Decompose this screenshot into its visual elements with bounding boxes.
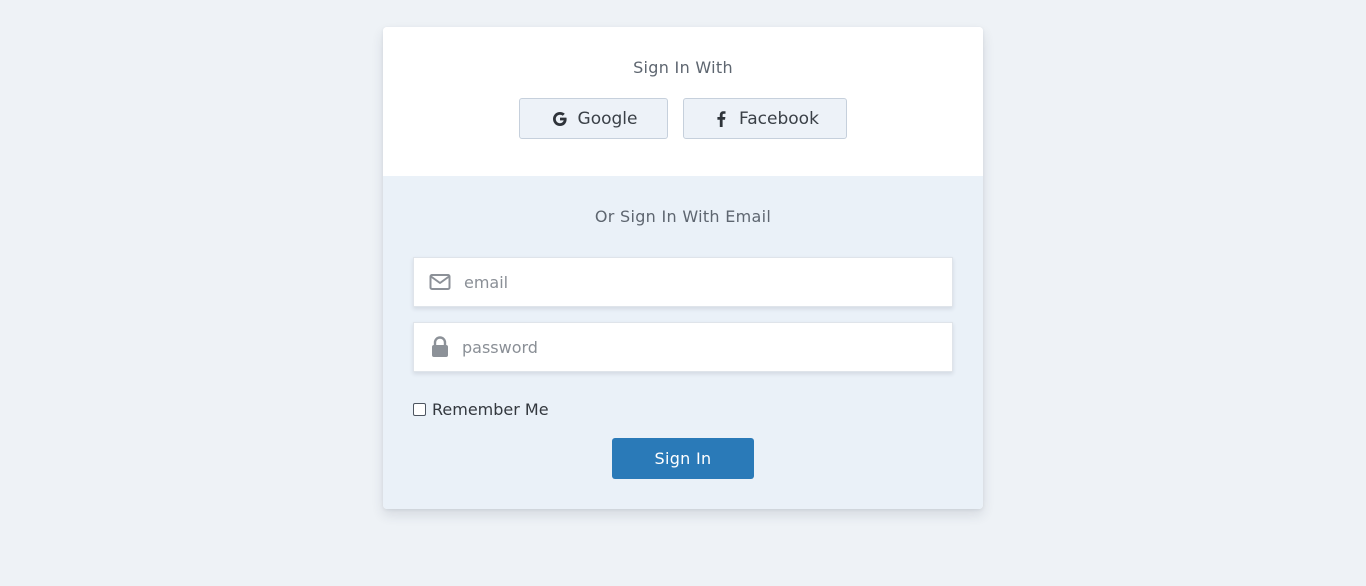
google-signin-button[interactable]: Google <box>519 98 668 139</box>
social-signin-section: Sign In With Google Facebook <box>383 27 983 176</box>
password-field <box>413 322 953 372</box>
login-card: Sign In With Google Facebook Or Sign In … <box>383 27 983 509</box>
email-signin-heading: Or Sign In With Email <box>594 207 772 226</box>
facebook-icon <box>711 109 731 129</box>
lock-icon <box>428 335 452 359</box>
social-signin-heading: Sign In With <box>633 58 733 77</box>
email-signin-section: Or Sign In With Email Remember Me <box>383 176 983 509</box>
email-input[interactable] <box>464 258 952 306</box>
remember-me-label[interactable]: Remember Me <box>432 400 549 419</box>
google-icon <box>550 109 570 129</box>
remember-me-checkbox[interactable] <box>413 402 426 416</box>
facebook-button-label: Facebook <box>739 108 819 129</box>
password-input[interactable] <box>462 323 952 371</box>
facebook-signin-button[interactable]: Facebook <box>683 98 847 139</box>
sign-in-button[interactable]: Sign In <box>612 438 754 479</box>
remember-me: Remember Me <box>413 399 549 419</box>
email-field <box>413 257 953 307</box>
google-button-label: Google <box>577 108 638 129</box>
envelope-icon <box>428 270 452 294</box>
